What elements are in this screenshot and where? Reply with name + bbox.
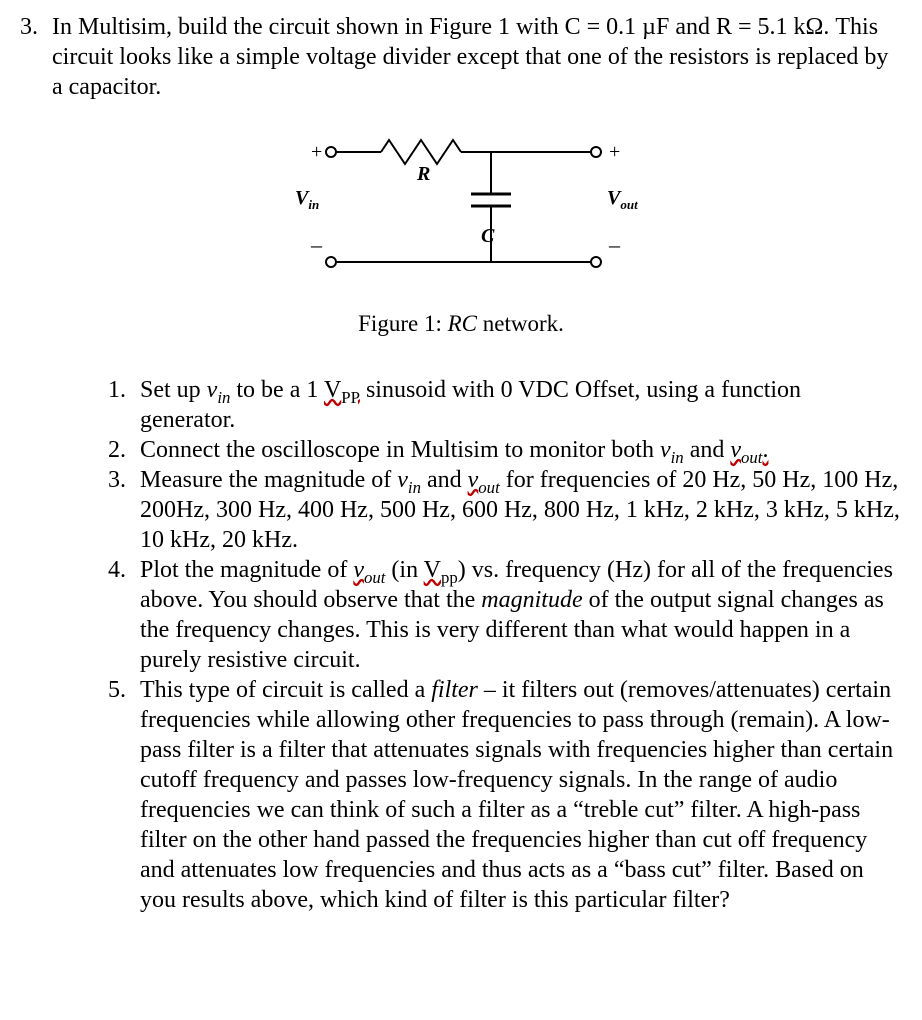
sub-steps: 1. Set up vin to be a 1 VPP sinusoid wit… [20, 375, 902, 915]
step-1: 1. Set up vin to be a 1 VPP sinusoid wit… [90, 375, 902, 435]
figure-caption-prefix: Figure 1: [358, 311, 447, 336]
figure-1: + + – – R C Vin Vout Figure 1: RC networ… [20, 132, 902, 339]
plus-right: + [609, 141, 620, 163]
minus-right: – [608, 232, 621, 257]
step-text: Set up vin to be a 1 VPP sinusoid with 0… [140, 375, 902, 435]
step-number: 2. [90, 435, 140, 465]
minus-left: – [310, 232, 323, 257]
plus-left: + [311, 141, 322, 163]
resistor-label: R [416, 163, 430, 185]
figure-caption-suffix: network. [477, 311, 564, 336]
step-number: 3. [90, 465, 140, 555]
vin-label: Vin [295, 187, 319, 212]
question-intro: In Multisim, build the circuit shown in … [52, 12, 902, 102]
step-3: 3. Measure the magnitude of vin and vout… [90, 465, 902, 555]
rc-network-diagram: + + – – R C Vin Vout [271, 132, 651, 292]
step-4: 4. Plot the magnitude of vout (in Vpp) v… [90, 555, 902, 675]
figure-caption-italic: RC [448, 311, 477, 336]
capacitor-label: C [481, 225, 495, 247]
vout-label: Vout [607, 187, 638, 212]
page: 3. In Multisim, build the circuit shown … [0, 0, 922, 1020]
figure-caption: Figure 1: RC network. [20, 310, 902, 339]
step-text: Measure the magnitude of vin and vout fo… [140, 465, 902, 555]
question-number: 3. [20, 12, 52, 102]
step-text: Plot the magnitude of vout (in Vpp) vs. … [140, 555, 902, 675]
step-text: Connect the oscilloscope in Multisim to … [140, 435, 902, 465]
step-5: 5. This type of circuit is called a filt… [90, 675, 902, 915]
question-3: 3. In Multisim, build the circuit shown … [20, 12, 902, 102]
step-number: 1. [90, 375, 140, 435]
step-2: 2. Connect the oscilloscope in Multisim … [90, 435, 902, 465]
step-number: 5. [90, 675, 140, 915]
step-number: 4. [90, 555, 140, 675]
step-text: This type of circuit is called a filter … [140, 675, 902, 915]
